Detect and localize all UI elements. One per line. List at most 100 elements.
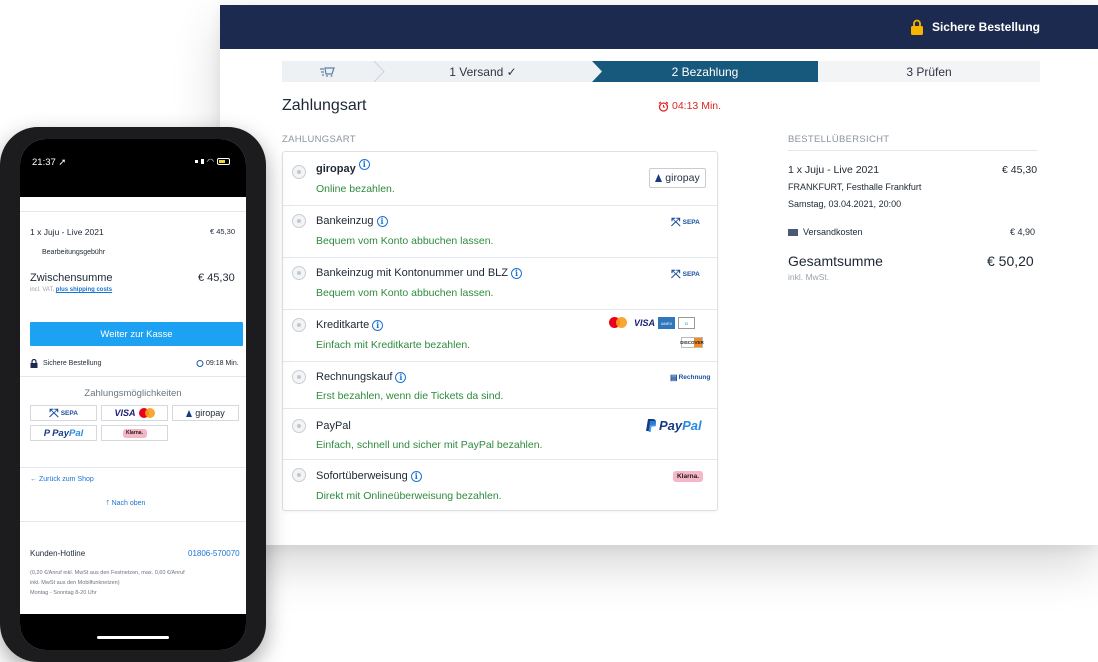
payment-section-label: ZAHLUNGSART bbox=[282, 134, 356, 145]
page-title: Zahlungsart bbox=[282, 97, 367, 114]
hotline-label: Kunden-Hotline bbox=[30, 549, 86, 558]
proceed-checkout-button[interactable]: Weiter zur Kasse bbox=[30, 322, 243, 346]
paypal-logo: Pay Pal bbox=[646, 418, 702, 433]
phone-fee: Bearbeitungsgebühr bbox=[42, 249, 106, 256]
info-icon[interactable]: i bbox=[511, 267, 522, 279]
payment-name: Bankeinzug mit Kontonummer und BLZ i bbox=[316, 267, 522, 279]
payment-options-heading: Zahlungsmöglichkeiten bbox=[84, 388, 182, 399]
phone-vat-note: incl. VAT, plus shipping costs bbox=[30, 287, 113, 293]
payment-option-giropay[interactable]: giropay i Online bezahlen. giropay bbox=[283, 152, 717, 205]
discover-logo: DISCOVER bbox=[680, 337, 704, 348]
payment-name: Rechnungskauf i bbox=[316, 371, 407, 383]
phone-visa-mc-logo: VISA bbox=[101, 405, 168, 421]
phone-home-area bbox=[20, 614, 246, 650]
signal-icon bbox=[195, 160, 199, 163]
radio-bankeinzug[interactable] bbox=[292, 214, 306, 228]
overview-total-label: Gesamtsumme bbox=[788, 253, 883, 269]
info-icon[interactable]: i bbox=[372, 319, 384, 331]
info-icon[interactable]: i bbox=[410, 470, 422, 482]
sepa-mark-icon: ⤧ bbox=[671, 267, 681, 281]
payment-desc: Erst bezahlen, wenn die Tickets da sind. bbox=[316, 390, 504, 402]
info-icon[interactable]: i bbox=[395, 371, 407, 383]
phone-sepa-logo: ⤧ SEPA bbox=[30, 405, 97, 421]
info-icon[interactable]: i bbox=[358, 158, 370, 170]
hotline-hours: Montag - Sonntag 8-20 Uhr bbox=[30, 590, 97, 596]
back-to-shop-link[interactable]: ← Zurück zum Shop bbox=[30, 476, 94, 483]
step-versand-label: 1 Versand ✓ bbox=[449, 64, 517, 79]
payment-desc: Bequem vom Konto abbuchen lassen. bbox=[316, 287, 494, 299]
rechnung-logo: ▤ Rechnung bbox=[670, 373, 711, 382]
shipping-costs-link[interactable]: plus shipping costs bbox=[56, 287, 112, 293]
phone-mockup: 21:37 ➚ ◠ 1 x Juju - Live 2021 € 45,30 B… bbox=[0, 127, 266, 662]
overview-tax-note: inkl. MwSt. bbox=[788, 272, 830, 282]
step-arrow-in bbox=[592, 61, 602, 82]
step-bezahlung: 2 Bezahlung bbox=[592, 61, 828, 82]
payment-option-bankeinzug-blz[interactable]: Bankeinzug mit Kontonummer und BLZ i Bequ… bbox=[283, 257, 717, 310]
phone-subtotal-price: € 45,30 bbox=[198, 272, 235, 284]
alarm-clock-icon bbox=[196, 360, 204, 367]
phone-item-price: € 45,30 bbox=[210, 227, 236, 236]
overview-shipping-price: € 4,90 bbox=[1010, 227, 1036, 237]
overview-shipping: Versandkosten bbox=[788, 227, 863, 237]
paypal-p-icon bbox=[646, 419, 656, 432]
overview-total-price: € 50,20 bbox=[987, 253, 1034, 269]
countdown-timer: 04:13 Min. bbox=[658, 100, 721, 112]
phone-screen: 21:37 ➚ ◠ 1 x Juju - Live 2021 € 45,30 B… bbox=[20, 139, 246, 650]
battery-icon bbox=[217, 158, 230, 165]
info-icon[interactable]: i bbox=[376, 215, 388, 227]
payment-option-paypal[interactable]: PayPal Einfach, schnell und sicher mit P… bbox=[283, 408, 717, 460]
phone-item: 1 x Juju - Live 2021 bbox=[30, 227, 104, 237]
back-to-top-link[interactable]: 🡑 Nach oben bbox=[106, 499, 145, 510]
phone-paypal-logo: P Pay Pal bbox=[30, 425, 97, 441]
payment-option-bankeinzug[interactable]: Bankeinzug i Bequem vom Konto abbuchen la… bbox=[283, 205, 717, 258]
cart-icon bbox=[320, 66, 335, 77]
payment-name: PayPal bbox=[316, 420, 351, 432]
payment-option-rechnungskauf[interactable]: Rechnungskauf i Erst bezahlen, wenn die T… bbox=[283, 361, 717, 409]
step-versand[interactable]: 1 Versand ✓ bbox=[374, 61, 592, 82]
phone-secure: Sichere Bestellung bbox=[30, 359, 101, 368]
radio-paypal[interactable] bbox=[292, 419, 306, 433]
payment-option-kreditkarte[interactable]: Kreditkarte i Einfach mit Kreditkarte bez… bbox=[283, 309, 717, 362]
home-indicator[interactable] bbox=[97, 636, 169, 639]
radio-kreditkarte[interactable] bbox=[292, 318, 306, 332]
payment-desc: Bequem vom Konto abbuchen lassen. bbox=[316, 235, 494, 247]
checkout-steps: 1 Versand ✓ 2 Bezahlung 3 Prüfen bbox=[282, 61, 1040, 82]
lock-icon bbox=[30, 359, 38, 368]
radio-sofortueberweisung[interactable] bbox=[292, 468, 306, 482]
paypal-p-icon: P bbox=[43, 427, 51, 439]
mastercard-icon bbox=[609, 317, 627, 329]
overview-venue: FRANKFURT, Festhalle Frankfurt bbox=[788, 182, 922, 192]
payment-desc: Einfach mit Kreditkarte bezahlen. bbox=[316, 339, 471, 351]
phone-status-bar: 21:37 ➚ ◠ bbox=[20, 139, 246, 197]
overview-item: 1 x Juju - Live 2021 bbox=[788, 164, 880, 176]
top-navbar: Sichere Bestellung bbox=[220, 5, 1098, 49]
amex-icon: AMEX bbox=[658, 317, 676, 329]
payment-desc: Online bezahlen. bbox=[316, 183, 395, 195]
radio-rechnungskauf[interactable] bbox=[292, 370, 306, 384]
hotline-note-1: (0,20 €/Anruf inkl. MwSt aus den Festnet… bbox=[30, 570, 185, 576]
hotline-note-2: inkl. MwSt aus den Mobilfunknetzen) bbox=[30, 580, 120, 586]
payment-desc: Einfach, schnell und sicher mit PayPal b… bbox=[316, 439, 543, 451]
step-cart[interactable] bbox=[282, 61, 374, 82]
giropay-logo: giropay bbox=[649, 168, 706, 188]
giropay-mark-icon bbox=[655, 174, 663, 182]
hotline-number[interactable]: 01806-570070 bbox=[188, 549, 240, 558]
step-pruefen-label: 3 Prüfen bbox=[906, 64, 952, 79]
payment-option-sofortueberweisung[interactable]: Sofortüberweisung i Direkt mit Onlineüber… bbox=[283, 459, 717, 511]
countdown-value: 04:13 Min. bbox=[672, 100, 722, 112]
payment-name: Sofortüberweisung i bbox=[316, 470, 422, 482]
overview-divider bbox=[788, 150, 1038, 151]
phone-giropay-logo: giropay bbox=[172, 405, 239, 421]
step-pruefen: 3 Prüfen bbox=[818, 61, 1040, 82]
payment-desc: Direkt mit Onlineüberweisung bezahlen. bbox=[316, 490, 502, 502]
sepa-mark-icon: ⤧ bbox=[671, 215, 681, 229]
radio-bankeinzug-blz[interactable] bbox=[292, 266, 306, 280]
radio-giropay[interactable] bbox=[292, 165, 306, 179]
giropay-mark-icon bbox=[186, 409, 193, 417]
lock-icon bbox=[910, 19, 923, 35]
desktop-checkout-window: Sichere Bestellung 1 Versand ✓ 2 Bezahlu… bbox=[220, 5, 1098, 545]
payment-name: Kreditkarte i bbox=[316, 319, 384, 331]
overview-date: Samstag, 03.04.2021, 20:00 bbox=[788, 199, 902, 209]
phone-signal-icons: ◠ bbox=[195, 157, 230, 166]
step-divider bbox=[374, 61, 385, 82]
